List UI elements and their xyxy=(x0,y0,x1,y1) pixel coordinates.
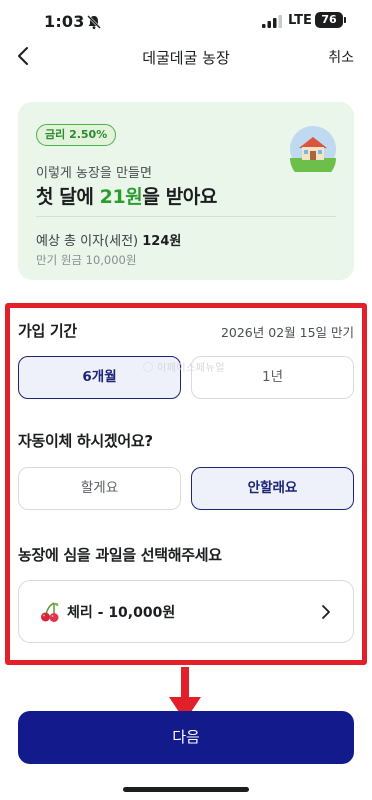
summary-subtitle: 이렇게 농장을 만들면 xyxy=(36,166,152,181)
page-title: 데굴데굴 농장 xyxy=(142,49,230,67)
signal-icon xyxy=(262,15,282,28)
next-button[interactable]: 다음 xyxy=(18,711,354,764)
interest-label: 예상 총 이자(세전) xyxy=(36,234,143,249)
network-type: LTE xyxy=(288,13,312,28)
status-time: 1:03 xyxy=(44,12,85,31)
cancel-button[interactable]: 취소 xyxy=(328,47,354,67)
summary-divider xyxy=(36,216,336,217)
summary-headline: 첫 달에 21원을 받아요 xyxy=(36,182,217,209)
interest-rate-badge: 금리 2.50% xyxy=(36,124,117,146)
status-bar: 1:03 LTE 76 xyxy=(0,0,372,44)
interest-value: 124원 xyxy=(142,234,182,249)
battery-tip xyxy=(344,17,346,23)
home-indicator xyxy=(123,787,249,792)
headline-suffix: 을 받아요 xyxy=(142,186,217,208)
maturity-principal: 만기 원금 10,000원 xyxy=(36,253,137,267)
summary-card: 금리 2.50% 이렇게 농장을 만들면 첫 달에 21원을 받아요 예상 총 … xyxy=(18,102,354,280)
bell-muted-icon xyxy=(87,15,101,29)
highlight-box xyxy=(5,303,367,665)
headline-amount: 21원 xyxy=(99,186,143,208)
nav-bar: 데굴데굴 농장 취소 xyxy=(0,40,372,74)
expected-interest: 예상 총 이자(세전) 124원 xyxy=(36,230,181,249)
battery-icon: 76 xyxy=(315,12,343,28)
farm-house-icon xyxy=(290,126,336,172)
headline-prefix: 첫 달에 xyxy=(36,186,100,208)
